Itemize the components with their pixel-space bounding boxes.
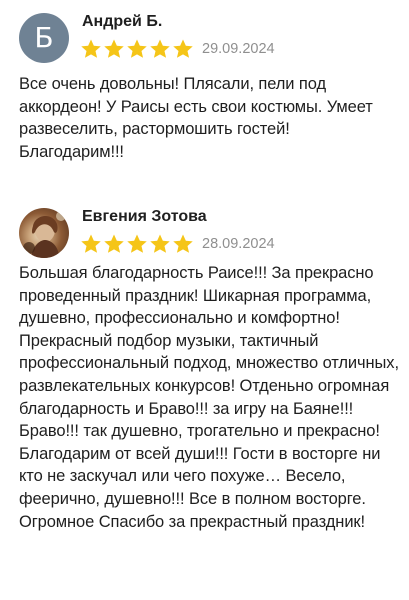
star-icon [104,39,124,58]
review-text: Все очень довольны! Плясали, пели под ак… [19,75,373,161]
user-photo-avatar [23,211,66,258]
star-icon [81,39,101,58]
rating-stars [80,233,194,255]
author-name[interactable]: Андрей Б. [82,13,162,31]
author-name[interactable]: Евгения Зотова [82,208,207,226]
review-header: Евгения Зотова 28.09.2024 [0,195,409,265]
avatar[interactable] [19,208,69,258]
star-icon [150,39,170,58]
review-date: 28.09.2024 [202,236,275,252]
star-icon [173,39,193,58]
review-text: Большая благодарность Раисе!!! За прекра… [19,264,399,531]
star-icon [81,234,101,253]
avatar[interactable]: Б [19,13,69,63]
review-header: Б Андрей Б. 29.09.2024 [0,0,409,70]
star-icon [127,234,147,253]
review-card: Б Андрей Б. 29.09.2024 Все очень довольн… [0,0,409,161]
review-card: Евгения Зотова 28.09.2024 Большая благод… [0,195,409,531]
star-icon [150,234,170,253]
rating-stars [80,38,194,60]
star-icon [104,234,124,253]
star-icon [127,39,147,58]
review-date: 29.09.2024 [202,41,275,57]
star-icon [173,234,193,253]
